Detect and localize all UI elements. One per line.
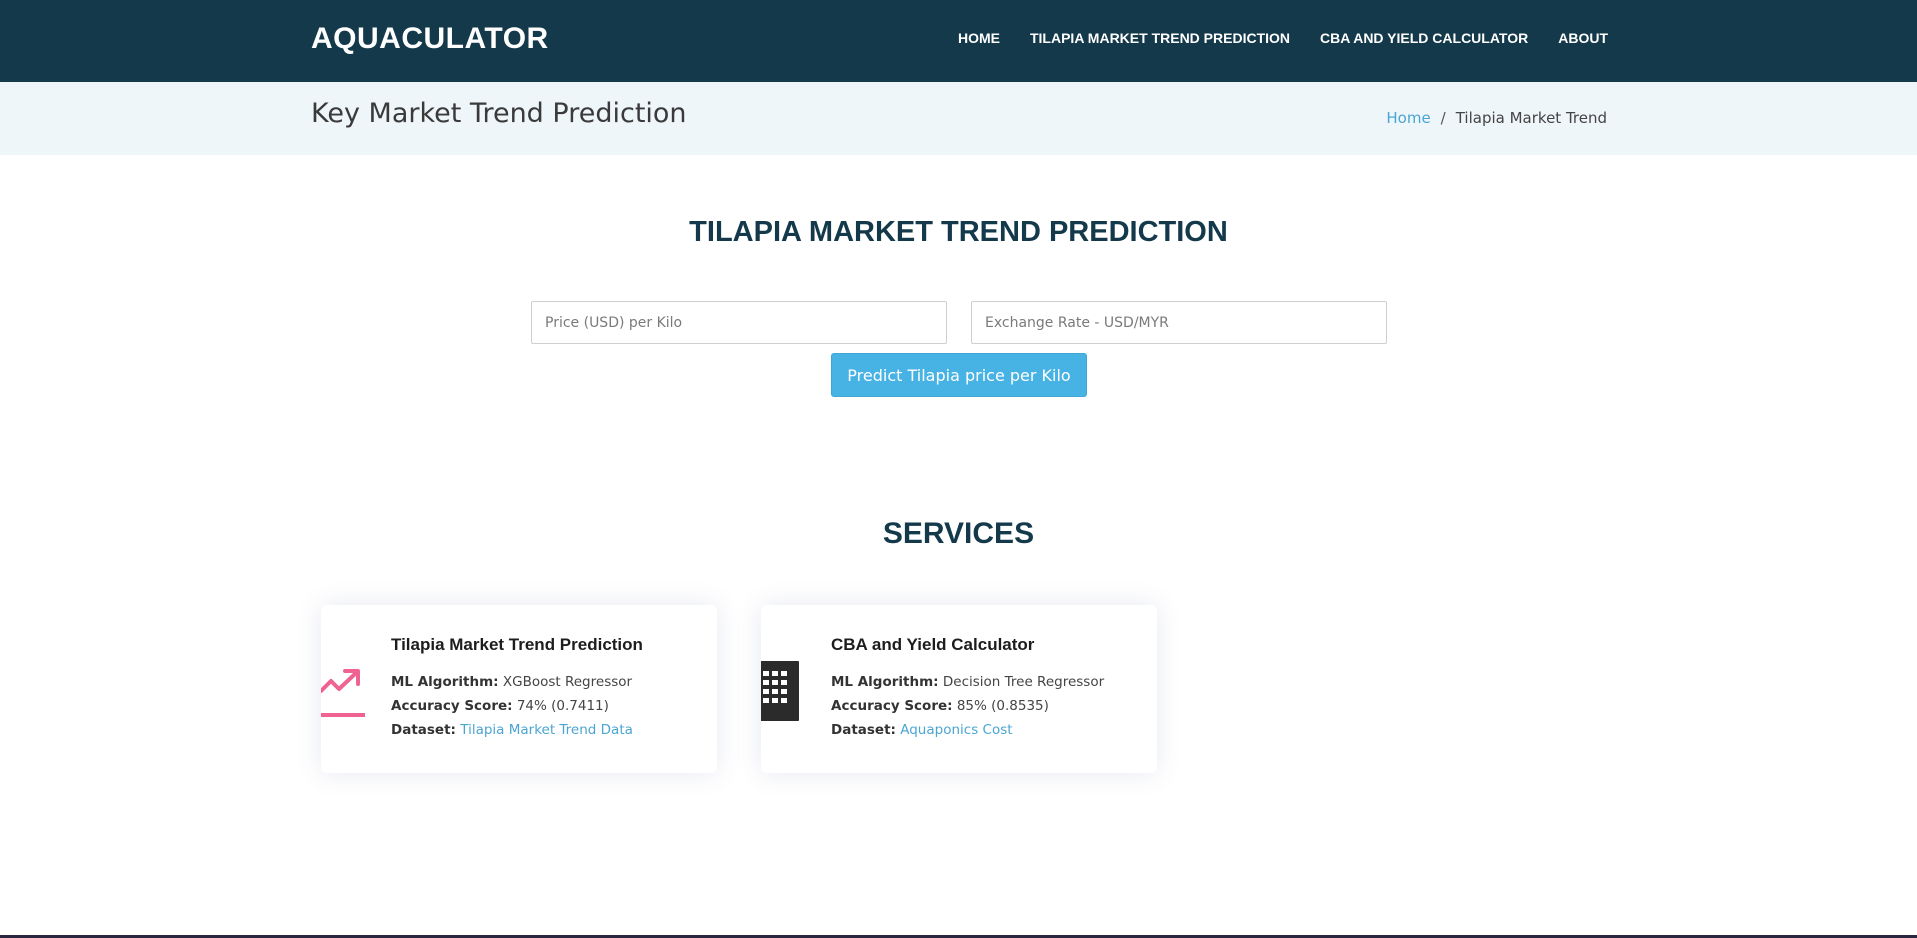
accuracy-value: 74% (0.7411) <box>516 698 609 714</box>
services-heading: SERVICES <box>882 517 1035 550</box>
dataset-label: Dataset: <box>391 722 456 738</box>
algorithm-label: ML Algorithm: <box>391 674 499 690</box>
page: AQUACULATOR HOME TILAPIA MARKET TREND PR… <box>0 0 1917 938</box>
exchange-rate-input[interactable] <box>971 301 1387 344</box>
page-title: Key Market Trend Prediction <box>311 98 687 129</box>
accuracy-row: Accuracy Score: 74% (0.7411) <box>391 698 609 714</box>
breadcrumb: Home / Tilapia Market Trend <box>1386 109 1607 127</box>
algorithm-value: XGBoost Regressor <box>502 674 633 690</box>
nav-about[interactable]: ABOUT <box>1558 30 1608 46</box>
trending-up-icon <box>321 661 371 721</box>
site-logo[interactable]: AQUACULATOR <box>311 22 549 56</box>
prediction-heading: TILAPIA MARKET TREND PREDICTION <box>689 216 1228 248</box>
service-card-title[interactable]: Tilapia Market Trend Prediction <box>391 635 643 655</box>
algorithm-label: ML Algorithm: <box>831 674 939 690</box>
top-navbar: AQUACULATOR HOME TILAPIA MARKET TREND PR… <box>0 0 1917 82</box>
breadcrumb-home-link[interactable]: Home <box>1386 109 1430 127</box>
dataset-row: Dataset: Aquaponics Cost <box>831 722 1013 738</box>
accuracy-row: Accuracy Score: 85% (0.8535) <box>831 698 1049 714</box>
dataset-link[interactable]: Tilapia Market Trend Data <box>460 722 633 738</box>
service-card-tilapia: Tilapia Market Trend Prediction ML Algor… <box>321 605 717 773</box>
algorithm-value: Decision Tree Regressor <box>942 674 1105 690</box>
breadcrumb-current: Tilapia Market Trend <box>1455 109 1607 127</box>
service-card-title[interactable]: CBA and Yield Calculator <box>831 635 1034 655</box>
breadcrumb-separator: / <box>1440 109 1446 127</box>
nav-cba-yield-calculator[interactable]: CBA AND YIELD CALCULATOR <box>1320 30 1528 46</box>
dataset-label: Dataset: <box>831 722 896 738</box>
main-nav: HOME TILAPIA MARKET TREND PREDICTION CBA… <box>958 30 1608 46</box>
accuracy-label: Accuracy Score: <box>831 698 953 714</box>
predict-button[interactable]: Predict Tilapia price per Kilo <box>831 353 1087 397</box>
page-title-bar: Key Market Trend Prediction Home / Tilap… <box>0 82 1917 155</box>
accuracy-label: Accuracy Score: <box>391 698 513 714</box>
dataset-link[interactable]: Aquaponics Cost <box>900 722 1012 738</box>
calculator-icon <box>761 657 811 725</box>
accuracy-value: 85% (0.8535) <box>956 698 1049 714</box>
service-card-cba: CBA and Yield Calculator ML Algorithm: D… <box>761 605 1157 773</box>
algorithm-row: ML Algorithm: Decision Tree Regressor <box>831 674 1104 690</box>
algorithm-row: ML Algorithm: XGBoost Regressor <box>391 674 632 690</box>
dataset-row: Dataset: Tilapia Market Trend Data <box>391 722 633 738</box>
nav-tilapia-market-trend[interactable]: TILAPIA MARKET TREND PREDICTION <box>1030 30 1290 46</box>
nav-home[interactable]: HOME <box>958 30 1000 46</box>
price-per-kilo-input[interactable] <box>531 301 947 344</box>
